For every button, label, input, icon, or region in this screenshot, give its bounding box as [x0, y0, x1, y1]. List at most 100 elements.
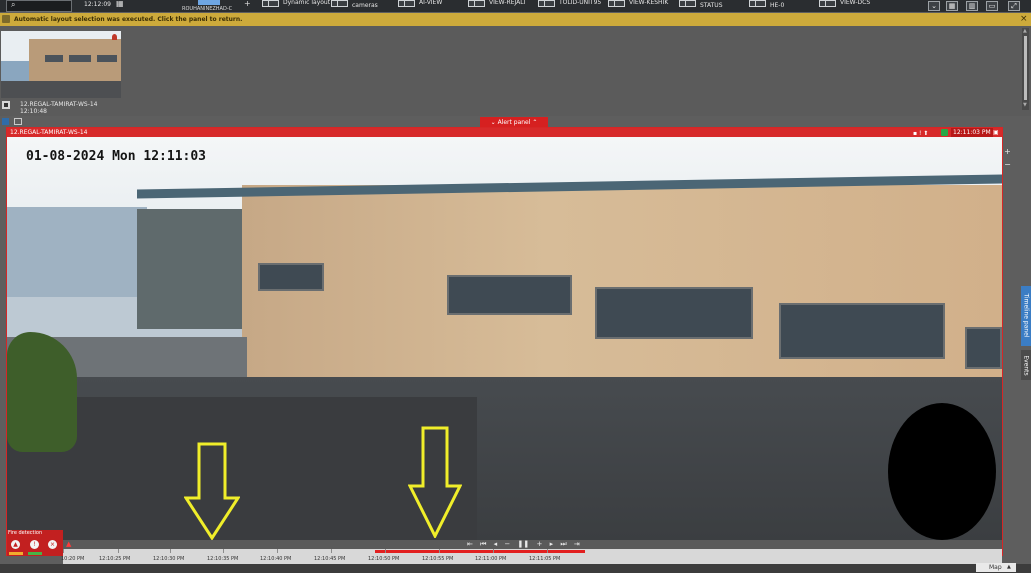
close-icon[interactable]: × [1020, 14, 1028, 24]
bell-icon[interactable]: ▲ [11, 540, 20, 549]
camera-video[interactable] [7, 137, 1002, 540]
scroll-down-icon[interactable]: ▼ [1023, 102, 1027, 108]
fast-forward-icon[interactable]: ⏭ [560, 540, 566, 548]
scene-window [595, 287, 753, 339]
alert-panel-label: Alert panel [497, 119, 531, 126]
timeline-label: 12:10:30 PM [153, 556, 185, 562]
timeline-label: 12:10:40 PM [260, 556, 292, 562]
timeline-strip[interactable]: 10:20 PM 12:10:25 PM 12:10:30 PM 12:10:3… [61, 549, 1002, 564]
layout-icon [262, 0, 279, 7]
jump-end-icon[interactable]: ⇥ [574, 540, 580, 548]
status-strip [47, 552, 61, 555]
camera-clock: 12:11:03 PM [951, 128, 993, 137]
timeline-tick [385, 549, 386, 553]
scene-window [779, 303, 945, 359]
info-icon [2, 15, 10, 23]
tab-timeline-panel[interactable]: Timeline panel [1021, 286, 1031, 346]
timeline-recording-segment [375, 550, 585, 553]
layout-label: VIEW-KESHIK [629, 0, 669, 6]
arrow-down-icon [184, 442, 240, 540]
layout-icon [819, 0, 836, 7]
play-icon[interactable] [941, 129, 948, 136]
map-label: Map [989, 564, 1002, 571]
timeline-tick [277, 549, 278, 553]
layout-grid-icon[interactable]: ▥ [966, 1, 978, 11]
thumb-window [97, 55, 117, 62]
mute-icon[interactable]: ⨯ [48, 540, 57, 549]
scene-canopy [137, 209, 257, 329]
chevron-down-icon[interactable]: ⌄ [928, 1, 940, 11]
scroll-thumb[interactable] [1024, 36, 1027, 100]
panel-window-icon[interactable] [14, 118, 22, 125]
timeline-tick [331, 549, 332, 553]
stop-icon[interactable] [2, 101, 10, 109]
zoom-controls[interactable]: + − [1003, 145, 1012, 171]
info-message: Automatic layout selection was executed.… [14, 16, 243, 23]
zoom-in-icon[interactable]: + [1003, 145, 1012, 158]
scene-window [447, 275, 572, 315]
camera-name: 12.REGAL-TAMIRAT-WS-14 [10, 129, 88, 136]
pause-icon[interactable]: ❚❚ [518, 540, 530, 548]
scene-plant-structures [7, 207, 147, 297]
timeline-tick [547, 549, 548, 553]
add-layout-icon[interactable]: + [244, 0, 251, 8]
timeline-label: 12:10:25 PM [99, 556, 131, 562]
layout-icon [538, 0, 555, 7]
tab-label: Events [1022, 355, 1030, 376]
layout-label: VIEW-DCS [840, 0, 871, 6]
alert-icon[interactable]: ! [30, 540, 39, 549]
fire-detection-label: Fire detection [8, 530, 43, 536]
user-label: ROUHANINEZHAD-C [182, 6, 233, 12]
thumb-window [45, 55, 63, 62]
layout-label: AI-VIEW [419, 0, 443, 6]
osd-timestamp: 01-08-2024 Mon 12:11:03 [26, 149, 207, 164]
thumb-logo-icon [112, 34, 117, 40]
camera-thumbnail[interactable] [1, 31, 121, 98]
thumb-window [69, 55, 91, 62]
thumb-ground [1, 81, 121, 98]
map-button[interactable]: Map ▲ [976, 563, 1016, 572]
layout-icon [398, 0, 415, 7]
user-slot-indicator [198, 0, 220, 5]
panel-pin-icon[interactable] [2, 118, 9, 125]
minus-icon[interactable]: − [504, 540, 510, 548]
timeline-tick [493, 549, 494, 553]
grid-view-icon[interactable]: ▦ [946, 1, 958, 11]
timeline-tick [439, 549, 440, 553]
zoom-out-icon[interactable]: − [1003, 158, 1012, 171]
timeline-label: 10:20 PM [61, 556, 85, 562]
close-icon[interactable]: ▣ [993, 128, 999, 137]
timeline-label: 12:11:00 PM [475, 556, 507, 562]
system-clock: 12:12:09 [84, 1, 111, 8]
thumbnail-scrollbar[interactable]: ▲ ▼ [1022, 28, 1029, 110]
step-forward-icon[interactable]: ▸ [550, 540, 554, 548]
fire-detection-panel[interactable]: Fire detection ▲ ! ⨯ [7, 530, 63, 556]
layout-label: TOLID-UNIT95 [559, 0, 602, 6]
status-strip [28, 552, 42, 555]
thumbnail-panel [0, 26, 1031, 116]
jump-start-icon[interactable]: ⇤ [467, 540, 473, 548]
chevron-up-icon: ▲ [1007, 564, 1011, 570]
user-layout-slot[interactable]: ROUHANINEZHAD-C [168, 0, 236, 12]
timeline-label: 12:10:35 PM [207, 556, 239, 562]
step-back-icon[interactable]: ◂ [494, 540, 498, 548]
layout-label: Dynamic layout [283, 0, 331, 6]
tab-label: Timeline panel [1022, 293, 1030, 338]
layout-label: VIEW-REJALI [489, 0, 526, 6]
fullscreen-icon[interactable]: ⤢ [1008, 1, 1020, 11]
plus-icon[interactable]: + [536, 540, 542, 548]
timeline-label: 12:10:55 PM [422, 556, 454, 562]
playback-buttons: ⇤ ⏮ ◂ − ❚❚ + ▸ ⏭ ⇥ [467, 540, 585, 549]
bell-icon[interactable]: ▲ [66, 540, 71, 548]
rewind-icon[interactable]: ⏮ [480, 540, 486, 548]
scroll-up-icon[interactable]: ▲ [1023, 28, 1027, 34]
grid-icon[interactable]: ▦ [116, 0, 124, 8]
layout-info-bar[interactable]: Automatic layout selection was executed.… [0, 13, 1031, 26]
layout-icon [679, 0, 696, 7]
thumbnail-time: 12:10:48 [20, 108, 47, 115]
window-icon[interactable]: ▭ [986, 1, 998, 11]
timeline-tick [118, 549, 119, 553]
search-input[interactable]: ⌕ [6, 0, 72, 12]
scene-window [258, 263, 324, 291]
tab-events[interactable]: Events [1021, 350, 1031, 380]
